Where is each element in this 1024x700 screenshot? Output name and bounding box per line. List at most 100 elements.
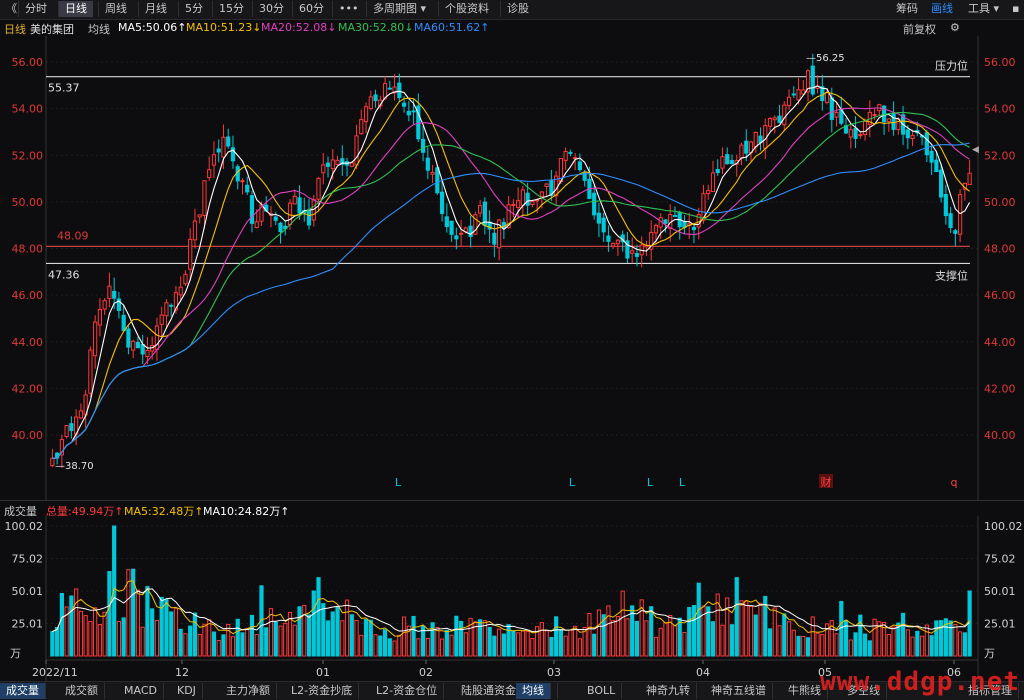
- stock-name[interactable]: 美的集团: [30, 21, 74, 37]
- volume-bar-81: [435, 626, 440, 657]
- ma-label[interactable]: 均线: [88, 21, 110, 37]
- x-tick-0: 2022/11: [32, 666, 78, 679]
- volume-bar-180: [905, 629, 910, 657]
- volume-bar-73: [397, 634, 402, 657]
- volume-bar-34: [211, 631, 217, 657]
- period-tab-7[interactable]: 60分: [292, 1, 330, 17]
- candle-body-177: [891, 113, 896, 130]
- volume-bar-1: [55, 627, 60, 657]
- ma20-value: MA20:52.08↓: [261, 21, 337, 34]
- period-tab-4[interactable]: 5分: [178, 1, 209, 17]
- period-tab-10[interactable]: 个股资料: [438, 1, 495, 17]
- candle-body-50: [287, 202, 293, 226]
- watermark: www.ddgp.net: [820, 667, 1020, 697]
- indicator-tab-11[interactable]: 神奇九转: [640, 683, 697, 699]
- candle-body-180: [905, 129, 910, 139]
- right-tool-2[interactable]: 工具 ▾: [962, 1, 1005, 17]
- period-tab-9[interactable]: 多周期图 ▾: [366, 1, 432, 17]
- settings-gear-icon[interactable]: ⚙: [950, 21, 960, 34]
- candle-body-82: [439, 191, 445, 215]
- period-tab-0[interactable]: 分时: [18, 1, 53, 17]
- period-tab-2[interactable]: 周线: [98, 1, 133, 17]
- indicator-tab-0[interactable]: 成交量: [0, 683, 46, 699]
- candle-body-176: [886, 118, 891, 123]
- period-tab-3[interactable]: 月线: [138, 1, 173, 17]
- volume-bar-31: [197, 633, 202, 657]
- candle-body-12: [107, 285, 112, 300]
- volume-chart[interactable]: 100.02 100.02 75.02 75.02 50.01 50.01 25.01 25.…: [0, 516, 1024, 681]
- candle-body-9: [93, 321, 98, 357]
- event-mark-3: L: [679, 476, 686, 489]
- candle-body-164: [829, 97, 834, 120]
- candle-body-63: [349, 162, 354, 167]
- vol-tick-right-2: 50.01: [984, 585, 1016, 598]
- candle-body-35: [216, 148, 221, 153]
- indicator-tab-7[interactable]: 陆股通资金: [455, 683, 523, 699]
- candlestick-chart[interactable]: 56.00 56.00 54.00 54.00 52.00 52.00 50.00 50.00…: [0, 36, 1024, 500]
- volume-bar-181: [910, 636, 915, 657]
- volume-bar-66: [363, 618, 369, 657]
- vol-tick-left-2: 50.01: [12, 585, 44, 598]
- candle-body-143: [729, 160, 735, 165]
- candle-body-31: [197, 214, 202, 218]
- y-tick-left-4: 48.00: [12, 243, 44, 256]
- right-tool-3[interactable]: ▪: [1006, 1, 1024, 17]
- volume-bar-136: [696, 582, 701, 657]
- period-tab-6[interactable]: 30分: [252, 1, 290, 17]
- volume-bar-30: [192, 612, 198, 657]
- volume-bar-95: [501, 633, 506, 657]
- volume-bar-145: [739, 600, 744, 657]
- candle-body-138: [706, 190, 711, 195]
- candle-body-68: [373, 94, 378, 102]
- indicator-tab-1[interactable]: 成交额: [59, 683, 105, 699]
- adjust-mode-button[interactable]: 前复权: [903, 21, 936, 37]
- candle-body-114: [592, 192, 597, 216]
- candle-body-151: [767, 118, 773, 127]
- volume-bar-19: [140, 626, 145, 657]
- candle-body-33: [207, 169, 212, 179]
- right-tool-0[interactable]: 筹码: [890, 1, 924, 17]
- period-tab-5[interactable]: 15分: [212, 1, 250, 17]
- candle-body-60: [335, 159, 340, 165]
- period-tab-1[interactable]: 日线: [58, 1, 93, 17]
- right-tool-1[interactable]: 画线: [925, 1, 959, 17]
- volume-bar-105: [549, 636, 554, 657]
- volume-bar-8: [88, 620, 93, 657]
- volume-bar-139: [710, 621, 716, 657]
- candle-body-171: [862, 121, 868, 135]
- volume-bar-190: [953, 624, 958, 657]
- volume-bar-114: [592, 633, 597, 657]
- event-mark-5: q: [951, 476, 958, 489]
- volume-bar-25: [169, 611, 174, 657]
- volume-bar-65: [359, 634, 364, 657]
- indicator-tab-3[interactable]: KDJ: [171, 683, 203, 699]
- period-toolbar: 《分时 日线 周线 月线 5分 15分 30分 60分 ••• 多周期图 ▾ 个股资料 诊股 筹码 画线工…: [0, 0, 1024, 20]
- volume-bar-79: [425, 638, 430, 657]
- volume-bar-58: [325, 620, 331, 657]
- candle-body-139: [710, 172, 716, 193]
- period-tab-8[interactable]: •••: [332, 1, 364, 17]
- candle-body-190: [953, 230, 958, 234]
- volume-bar-99: [520, 630, 525, 657]
- candle-body-168: [848, 129, 853, 138]
- volume-bar-72: [392, 640, 397, 657]
- candle-body-79: [425, 157, 430, 171]
- candle-body-186: [934, 159, 939, 173]
- indicator-tab-12[interactable]: 神奇五线谱: [705, 683, 773, 699]
- indicator-tab-5[interactable]: L2-资金抄底: [285, 683, 360, 699]
- candle-body-101: [530, 201, 535, 206]
- volume-bar-6: [78, 610, 83, 657]
- period-tab-11[interactable]: 诊股: [500, 1, 535, 17]
- hline-tag-2: 支撑位: [935, 268, 968, 282]
- candle-body-85: [454, 235, 459, 240]
- volume-bar-179: [900, 612, 906, 657]
- volume-bar-153: [777, 625, 782, 657]
- indicator-tab-9[interactable]: 均线: [516, 683, 551, 699]
- indicator-tab-4[interactable]: 主力净额: [220, 683, 277, 699]
- indicator-tab-10[interactable]: BOLL: [581, 683, 623, 699]
- indicator-tab-6[interactable]: L2-资金仓位: [370, 683, 445, 699]
- volume-bar-171: [862, 633, 868, 657]
- indicator-tab-2[interactable]: MACD: [118, 683, 164, 699]
- candle-body-188: [943, 194, 948, 217]
- hline-label-1: 48.09: [57, 229, 89, 242]
